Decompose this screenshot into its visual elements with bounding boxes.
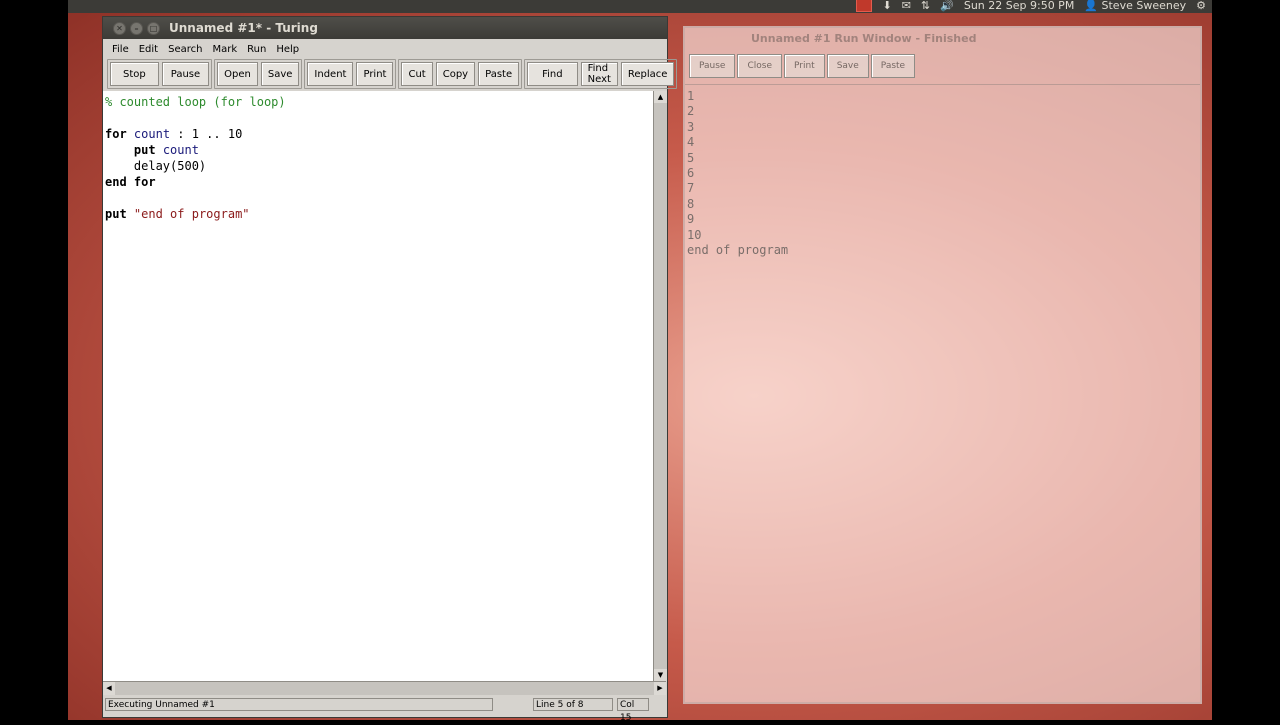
system-tray: ⬇ ✉ ⇅ 🔊 Sun 22 Sep 9:50 PM 👤 Steve Sween… — [856, 0, 1206, 13]
run-print-button[interactable]: Print — [784, 54, 825, 78]
minimize-icon[interactable]: – — [130, 22, 143, 35]
run-pause-button[interactable]: Pause — [689, 54, 736, 78]
run-save-button[interactable]: Save — [826, 54, 869, 78]
menu-mark[interactable]: Mark — [207, 44, 242, 55]
output-line: 7 — [687, 181, 695, 196]
editor-toolbar: Stop Pause Open Save Indent Print Cut Co… — [103, 59, 678, 89]
save-button[interactable]: Save — [260, 62, 300, 86]
run-control-group: Stop Pause — [107, 59, 213, 89]
indent-button[interactable]: Indent — [307, 62, 354, 86]
file-group: Open Save — [214, 59, 303, 89]
output-line: 5 — [687, 150, 695, 165]
run-toolbar: Pause Close Print Save Paste — [689, 54, 916, 78]
output-line: 3 — [687, 119, 695, 134]
record-indicator-icon[interactable] — [856, 0, 873, 12]
output-line: 2 — [687, 104, 695, 119]
run-output[interactable]: 1 2 3 4 5 6 7 8 9 10 end of program — [685, 84, 1200, 700]
pause-button[interactable]: Pause — [161, 62, 210, 86]
mail-icon[interactable]: ✉ — [902, 0, 911, 13]
scroll-left-icon[interactable]: ◀ — [103, 682, 115, 695]
status-col: Col 15 — [617, 698, 649, 723]
turing-editor-window: ✕ – □ Unnamed #1* - Turing File Edit Sea… — [102, 16, 678, 723]
run-window-title: Unnamed #1 Run Window - Finished — [751, 32, 977, 45]
replace-button[interactable]: Replace — [620, 62, 675, 86]
scroll-down-icon[interactable]: ▼ — [654, 669, 667, 681]
clipboard-group: Cut Copy Paste — [398, 59, 523, 89]
menu-search[interactable]: Search — [163, 44, 207, 55]
close-icon[interactable]: ✕ — [113, 22, 126, 35]
code-line: end for — [105, 175, 156, 189]
scroll-right-icon[interactable]: ▶ — [654, 682, 666, 695]
status-message: Executing Unnamed #1 — [105, 698, 493, 711]
status-line: Line 5 of 8 — [533, 698, 613, 711]
code-line: % counted loop (for loop) — [105, 95, 286, 109]
open-button[interactable]: Open — [217, 62, 258, 86]
output-line: end of program — [687, 243, 789, 258]
output-line: 4 — [687, 135, 695, 150]
print-button[interactable]: Print — [356, 62, 394, 86]
copy-button[interactable]: Copy — [435, 62, 476, 86]
run-window: Unnamed #1 Run Window - Finished Pause C… — [683, 26, 1202, 704]
output-line: 1 — [687, 89, 695, 103]
right-letterbox — [1212, 0, 1280, 720]
menu-run[interactable]: Run — [242, 44, 271, 55]
code-line: delay(500) — [105, 159, 207, 173]
code-line: for count : 1 .. 10 — [105, 127, 243, 141]
menubar: File Edit Search Mark Run Help — [103, 39, 667, 59]
run-close-button[interactable]: Close — [737, 54, 782, 78]
output-line: 10 — [687, 227, 702, 242]
menu-help[interactable]: Help — [271, 44, 304, 55]
settings-gear-icon[interactable]: ⚙ — [1196, 0, 1206, 13]
volume-icon[interactable]: 🔊 — [940, 0, 954, 13]
menu-edit[interactable]: Edit — [134, 44, 163, 55]
editor-titlebar[interactable]: ✕ – □ Unnamed #1* - Turing — [103, 17, 667, 39]
clock[interactable]: Sun 22 Sep 9:50 PM — [964, 0, 1074, 13]
top-panel: ⬇ ✉ ⇅ 🔊 Sun 22 Sep 9:50 PM 👤 Steve Sween… — [68, 0, 1212, 13]
vertical-scrollbar[interactable]: ▲ ▼ — [653, 91, 667, 681]
paste-button[interactable]: Paste — [478, 62, 520, 86]
output-line: 9 — [687, 212, 695, 227]
code-editor[interactable]: % counted loop (for loop) for count : 1 … — [103, 91, 653, 681]
find-group: Find Find Next Replace — [524, 59, 678, 89]
output-line: 6 — [687, 166, 695, 181]
code-line: put "end of program" — [105, 207, 250, 221]
network-icon[interactable]: ⇅ — [921, 0, 930, 13]
horizontal-scrollbar[interactable]: ◀ ▶ — [103, 681, 666, 695]
left-letterbox — [0, 0, 68, 720]
status-bar: Executing Unnamed #1 Line 5 of 8 Col 15 — [103, 695, 666, 723]
scroll-up-icon[interactable]: ▲ — [654, 91, 667, 103]
stop-button[interactable]: Stop — [110, 62, 159, 86]
find-button[interactable]: Find — [527, 62, 578, 86]
cut-button[interactable]: Cut — [401, 62, 433, 86]
code-line: put count — [133, 143, 199, 157]
output-line: 8 — [687, 196, 695, 211]
find-next-button[interactable]: Find Next — [580, 62, 618, 86]
user-menu[interactable]: 👤 Steve Sweeney — [1084, 0, 1186, 13]
maximize-icon[interactable]: □ — [147, 22, 160, 35]
download-icon[interactable]: ⬇ — [882, 0, 891, 13]
user-name: Steve Sweeney — [1101, 0, 1187, 12]
run-paste-button[interactable]: Paste — [870, 54, 916, 78]
editor-window-title: Unnamed #1* - Turing — [169, 21, 318, 35]
menu-file[interactable]: File — [107, 44, 134, 55]
format-group: Indent Print — [304, 59, 397, 89]
